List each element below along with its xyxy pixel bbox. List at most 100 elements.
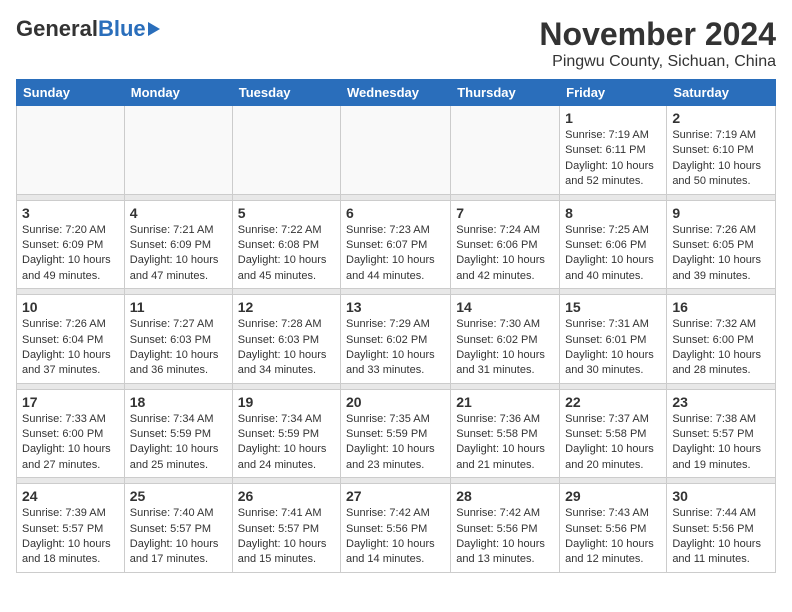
day-info: Sunrise: 7:41 AM Sunset: 5:57 PM Dayligh… [238, 506, 335, 568]
day-info: Sunrise: 7:39 AM Sunset: 5:57 PM Dayligh… [22, 506, 119, 568]
day-number: 8 [565, 205, 661, 221]
day-info: Sunrise: 7:27 AM Sunset: 6:03 PM Dayligh… [130, 317, 227, 379]
weekday-header-sunday: Sunday [17, 80, 125, 106]
calendar-week-row: 24 Sunrise: 7:39 AM Sunset: 5:57 PM Dayli… [17, 484, 776, 573]
calendar-cell: 26 Sunrise: 7:41 AM Sunset: 5:57 PM Dayli… [232, 484, 340, 573]
logo-blue: Blue [98, 16, 146, 42]
title-area: November 2024 Pingwu County, Sichuan, Ch… [539, 16, 776, 71]
calendar-week-row: 3 Sunrise: 7:20 AM Sunset: 6:09 PM Daylig… [17, 200, 776, 289]
calendar-cell [341, 106, 451, 195]
calendar-cell [232, 106, 340, 195]
calendar-week-row: 1 Sunrise: 7:19 AM Sunset: 6:11 PM Daylig… [17, 106, 776, 195]
day-info: Sunrise: 7:29 AM Sunset: 6:02 PM Dayligh… [346, 317, 445, 379]
day-number: 5 [238, 205, 335, 221]
calendar-cell: 1 Sunrise: 7:19 AM Sunset: 6:11 PM Daylig… [560, 106, 667, 195]
day-number: 10 [22, 299, 119, 315]
day-info: Sunrise: 7:26 AM Sunset: 6:04 PM Dayligh… [22, 317, 119, 379]
logo: General Blue [16, 16, 160, 42]
logo-arrow-icon [148, 22, 160, 36]
calendar-cell: 20 Sunrise: 7:35 AM Sunset: 5:59 PM Dayli… [341, 389, 451, 478]
day-number: 20 [346, 394, 445, 410]
weekday-header-saturday: Saturday [667, 80, 776, 106]
calendar-cell: 19Sunrise: 7:34 AM Sunset: 5:59 PM Dayli… [232, 389, 340, 478]
location-title: Pingwu County, Sichuan, China [539, 53, 776, 71]
day-number: 16 [672, 299, 770, 315]
day-info: Sunrise: 7:19 AM Sunset: 6:10 PM Dayligh… [672, 128, 770, 190]
calendar-cell: 29Sunrise: 7:43 AM Sunset: 5:56 PM Dayli… [560, 484, 667, 573]
calendar-week-row: 17 Sunrise: 7:33 AM Sunset: 6:00 PM Dayli… [17, 389, 776, 478]
day-info: Sunrise: 7:35 AM Sunset: 5:59 PM Dayligh… [346, 412, 445, 474]
day-info: Sunrise: 7:34 AM Sunset: 5:59 PM Dayligh… [238, 412, 335, 474]
day-info: Sunrise: 7:37 AM Sunset: 5:58 PM Dayligh… [565, 412, 661, 474]
day-info: Sunrise: 7:33 AM Sunset: 6:00 PM Dayligh… [22, 412, 119, 474]
day-number: 30 [672, 488, 770, 504]
calendar-cell [124, 106, 232, 195]
calendar-cell: 8Sunrise: 7:25 AM Sunset: 6:06 PM Daylig… [560, 200, 667, 289]
day-info: Sunrise: 7:22 AM Sunset: 6:08 PM Dayligh… [238, 223, 335, 285]
day-info: Sunrise: 7:43 AM Sunset: 5:56 PM Dayligh… [565, 506, 661, 568]
day-info: Sunrise: 7:23 AM Sunset: 6:07 PM Dayligh… [346, 223, 445, 285]
day-info: Sunrise: 7:24 AM Sunset: 6:06 PM Dayligh… [456, 223, 554, 285]
day-number: 11 [130, 299, 227, 315]
day-number: 18 [130, 394, 227, 410]
calendar-cell: 4 Sunrise: 7:21 AM Sunset: 6:09 PM Daylig… [124, 200, 232, 289]
day-number: 4 [130, 205, 227, 221]
calendar-cell: 17 Sunrise: 7:33 AM Sunset: 6:00 PM Dayli… [17, 389, 125, 478]
calendar-cell: 5 Sunrise: 7:22 AM Sunset: 6:08 PM Daylig… [232, 200, 340, 289]
month-title: November 2024 [539, 16, 776, 53]
calendar-cell: 2Sunrise: 7:19 AM Sunset: 6:10 PM Daylig… [667, 106, 776, 195]
weekday-header-thursday: Thursday [451, 80, 560, 106]
calendar-cell: 27Sunrise: 7:42 AM Sunset: 5:56 PM Dayli… [341, 484, 451, 573]
day-number: 7 [456, 205, 554, 221]
day-info: Sunrise: 7:31 AM Sunset: 6:01 PM Dayligh… [565, 317, 661, 379]
day-number: 28 [456, 488, 554, 504]
day-info: Sunrise: 7:36 AM Sunset: 5:58 PM Dayligh… [456, 412, 554, 474]
day-number: 6 [346, 205, 445, 221]
calendar-cell: 6 Sunrise: 7:23 AM Sunset: 6:07 PM Daylig… [341, 200, 451, 289]
day-number: 23 [672, 394, 770, 410]
day-info: Sunrise: 7:30 AM Sunset: 6:02 PM Dayligh… [456, 317, 554, 379]
day-number: 13 [346, 299, 445, 315]
day-info: Sunrise: 7:26 AM Sunset: 6:05 PM Dayligh… [672, 223, 770, 285]
day-info: Sunrise: 7:34 AM Sunset: 5:59 PM Dayligh… [130, 412, 227, 474]
day-number: 3 [22, 205, 119, 221]
weekday-header-friday: Friday [560, 80, 667, 106]
calendar-cell: 15 Sunrise: 7:31 AM Sunset: 6:01 PM Dayli… [560, 295, 667, 384]
day-number: 21 [456, 394, 554, 410]
day-number: 1 [565, 110, 661, 126]
calendar-cell: 28Sunrise: 7:42 AM Sunset: 5:56 PM Dayli… [451, 484, 560, 573]
calendar-cell: 21 Sunrise: 7:36 AM Sunset: 5:58 PM Dayli… [451, 389, 560, 478]
calendar-cell: 24 Sunrise: 7:39 AM Sunset: 5:57 PM Dayli… [17, 484, 125, 573]
calendar-cell: 9Sunrise: 7:26 AM Sunset: 6:05 PM Daylig… [667, 200, 776, 289]
day-info: Sunrise: 7:21 AM Sunset: 6:09 PM Dayligh… [130, 223, 227, 285]
day-number: 25 [130, 488, 227, 504]
calendar-cell: 10 Sunrise: 7:26 AM Sunset: 6:04 PM Dayli… [17, 295, 125, 384]
day-number: 24 [22, 488, 119, 504]
day-info: Sunrise: 7:20 AM Sunset: 6:09 PM Dayligh… [22, 223, 119, 285]
calendar-cell: 3 Sunrise: 7:20 AM Sunset: 6:09 PM Daylig… [17, 200, 125, 289]
day-info: Sunrise: 7:19 AM Sunset: 6:11 PM Dayligh… [565, 128, 661, 190]
calendar-week-row: 10 Sunrise: 7:26 AM Sunset: 6:04 PM Dayli… [17, 295, 776, 384]
day-info: Sunrise: 7:38 AM Sunset: 5:57 PM Dayligh… [672, 412, 770, 474]
calendar-cell [451, 106, 560, 195]
day-number: 22 [565, 394, 661, 410]
day-number: 27 [346, 488, 445, 504]
day-number: 15 [565, 299, 661, 315]
day-number: 26 [238, 488, 335, 504]
weekday-header-wednesday: Wednesday [341, 80, 451, 106]
day-number: 14 [456, 299, 554, 315]
logo-general: General [16, 16, 98, 42]
calendar-cell: 14 Sunrise: 7:30 AM Sunset: 6:02 PM Dayli… [451, 295, 560, 384]
calendar-cell: 22 Sunrise: 7:37 AM Sunset: 5:58 PM Dayli… [560, 389, 667, 478]
weekday-header-tuesday: Tuesday [232, 80, 340, 106]
day-info: Sunrise: 7:32 AM Sunset: 6:00 PM Dayligh… [672, 317, 770, 379]
calendar-cell: 13 Sunrise: 7:29 AM Sunset: 6:02 PM Dayli… [341, 295, 451, 384]
calendar-cell: 18 Sunrise: 7:34 AM Sunset: 5:59 PM Dayli… [124, 389, 232, 478]
calendar-cell: 7 Sunrise: 7:24 AM Sunset: 6:06 PM Daylig… [451, 200, 560, 289]
day-number: 17 [22, 394, 119, 410]
calendar-cell [17, 106, 125, 195]
calendar-table: SundayMondayTuesdayWednesdayThursdayFrid… [16, 79, 776, 573]
calendar-cell: 12Sunrise: 7:28 AM Sunset: 6:03 PM Dayli… [232, 295, 340, 384]
day-info: Sunrise: 7:44 AM Sunset: 5:56 PM Dayligh… [672, 506, 770, 568]
calendar-cell: 25Sunrise: 7:40 AM Sunset: 5:57 PM Dayli… [124, 484, 232, 573]
